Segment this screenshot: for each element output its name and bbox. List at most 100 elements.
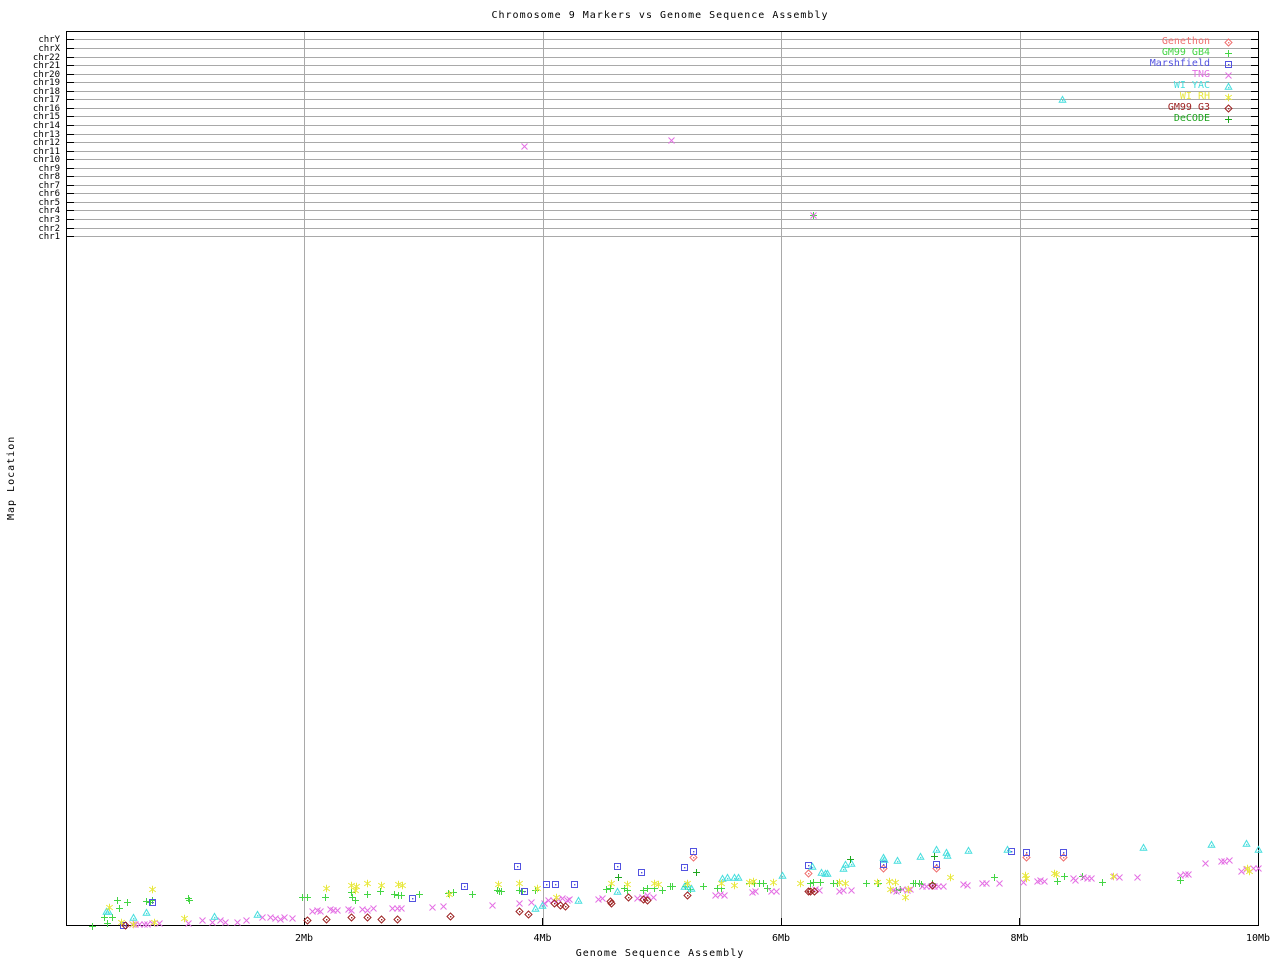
scatter-point-gm99-g3 bbox=[560, 902, 570, 911]
scatter-point-wi-yac bbox=[880, 855, 889, 863]
scatter-point-gm99-gb4 bbox=[103, 919, 111, 927]
scatter-point-tng bbox=[963, 882, 971, 890]
scatter-point-tng bbox=[288, 915, 296, 923]
scatter-point-marshfield bbox=[1023, 849, 1031, 857]
scatter-point-gm99-gb4 bbox=[1099, 878, 1107, 886]
scatter-point-wi-rh bbox=[749, 877, 758, 885]
scatter-point-wi-yac bbox=[574, 895, 583, 904]
scatter-point-wi-rh bbox=[946, 873, 954, 882]
scatter-point-gm99-gb4 bbox=[351, 896, 359, 904]
legend-marker-icon bbox=[1225, 71, 1232, 79]
scatter-point-wi-rh bbox=[873, 878, 882, 886]
scatter-point-gm99-g3 bbox=[683, 891, 693, 900]
scatter-point-tng bbox=[243, 917, 251, 924]
scatter-point-wi-yac bbox=[613, 887, 622, 896]
scatter-point-marshfield bbox=[932, 860, 940, 868]
scatter-point-tng bbox=[233, 919, 241, 926]
scatter-point-decode bbox=[615, 874, 623, 882]
scatter-point-tng bbox=[995, 879, 1003, 887]
scatter-point-wi-rh bbox=[1110, 873, 1118, 881]
scatter-point-wi-rh bbox=[181, 915, 189, 923]
scatter-point-gm99-gb4 bbox=[363, 891, 371, 899]
legend-marker-icon bbox=[1224, 81, 1233, 90]
scatter-point-decode bbox=[692, 868, 700, 876]
scatter-point-wi-rh bbox=[129, 920, 138, 928]
chart-title: Chromosome 9 Markers vs Genome Sequence … bbox=[491, 10, 829, 21]
legend-item: WI RH bbox=[1179, 91, 1210, 102]
legend-item: GM99 GB4 bbox=[1161, 47, 1210, 58]
legend-marker-icon bbox=[1224, 103, 1233, 113]
scatter-point-wi-yac bbox=[1253, 844, 1263, 853]
scatter-point-marshfield bbox=[614, 863, 622, 871]
legend-item: Genethon bbox=[1161, 36, 1210, 47]
x-tick-label: 4Mb bbox=[533, 933, 552, 944]
scatter-point-gm99-g3 bbox=[392, 915, 402, 924]
scatter-point-tng bbox=[667, 136, 675, 144]
legend-marker-icon bbox=[1224, 37, 1233, 47]
scatter-point-tng bbox=[334, 907, 341, 915]
scatter-point-wi-yac bbox=[943, 851, 953, 859]
scatter-point-wi-rh bbox=[1023, 874, 1031, 883]
legend-marker-icon bbox=[1225, 115, 1232, 123]
scatter-point-gm99-gb4 bbox=[699, 883, 707, 891]
scatter-point-gm99-g3 bbox=[643, 896, 652, 906]
scatter-point-tng bbox=[982, 879, 990, 887]
scatter-point-wi-rh bbox=[363, 880, 371, 888]
scatter-point-gm99-g3 bbox=[377, 915, 386, 924]
scatter-point-gm99-gb4 bbox=[398, 892, 406, 900]
scatter-point-gm99-g3 bbox=[523, 910, 533, 919]
scatter-point-tng bbox=[1226, 857, 1233, 865]
scatter-point-tng bbox=[369, 905, 377, 913]
scatter-point-wi-rh bbox=[770, 878, 778, 886]
scatter-point-wi-yac bbox=[1241, 839, 1251, 847]
scatter-point-wi-rh bbox=[684, 880, 692, 888]
legend-marker-icon bbox=[1225, 60, 1232, 68]
x-tick bbox=[1019, 918, 1020, 926]
scatter-point-wi-rh bbox=[148, 885, 157, 893]
scatter-point-marshfield bbox=[552, 881, 560, 889]
scatter-point-tng bbox=[398, 904, 406, 912]
scatter-point-tng bbox=[1087, 875, 1095, 882]
scatter-point-tng bbox=[440, 902, 447, 910]
scatter-point-gm99-g3 bbox=[362, 913, 372, 923]
scatter-point-wi-rh bbox=[841, 879, 849, 887]
scatter-point-wi-yac bbox=[538, 901, 547, 909]
scatter-point-gm99-gb4 bbox=[668, 883, 676, 891]
scatter-point-wi-yac bbox=[253, 910, 262, 918]
scatter-point-gm99-g3 bbox=[607, 899, 616, 908]
scatter-point-gm99-g3 bbox=[624, 893, 633, 902]
legend-item: DeCODE bbox=[1173, 113, 1210, 124]
scatter-point-gm99-g3 bbox=[347, 913, 356, 923]
scatter-point-marshfield bbox=[542, 881, 550, 889]
scatter-point-wi-yac bbox=[142, 908, 151, 916]
scatter-point-wi-rh bbox=[901, 893, 909, 902]
scatter-point-wi-rh bbox=[352, 882, 361, 891]
scatter-point-wi-rh bbox=[1246, 867, 1254, 876]
scatter-point-tng bbox=[521, 143, 528, 150]
scatter-point-gm99-g3 bbox=[303, 916, 312, 925]
legend-item: Marshfield bbox=[1149, 58, 1210, 69]
scatter-point-gm99-gb4 bbox=[89, 922, 97, 930]
scatter-point-tng bbox=[1202, 859, 1209, 867]
scatter-point-wi-rh bbox=[494, 881, 502, 889]
scatter-point-wi-rh bbox=[445, 890, 454, 899]
scatter-point-decode bbox=[931, 852, 939, 860]
scatter-point-gm99-g3 bbox=[120, 920, 130, 930]
scatter-point-wi-yac bbox=[893, 856, 903, 864]
scatter-point-gm99-gb4 bbox=[321, 893, 329, 901]
scatter-point-marshfield bbox=[637, 868, 645, 876]
scatter-point-tng bbox=[809, 212, 817, 219]
x-tick bbox=[780, 918, 782, 926]
scatter-point-wi-yac bbox=[210, 912, 219, 920]
chromosome-row-label: chr1 bbox=[38, 231, 60, 242]
scatter-point-marshfield bbox=[690, 848, 698, 856]
scatter-point-marshfield bbox=[521, 888, 529, 896]
scatter-point-gm99-gb4 bbox=[124, 899, 131, 907]
scatter-point-marshfield bbox=[513, 863, 521, 871]
scatter-point-gm99-g3 bbox=[928, 881, 937, 890]
scatter-point-wi-rh bbox=[534, 884, 542, 893]
scatter-point-gm99-g3 bbox=[322, 915, 331, 924]
scatter-point-marshfield bbox=[680, 864, 688, 872]
plot-border bbox=[66, 31, 1259, 926]
scatter-point-tng bbox=[1041, 877, 1048, 885]
